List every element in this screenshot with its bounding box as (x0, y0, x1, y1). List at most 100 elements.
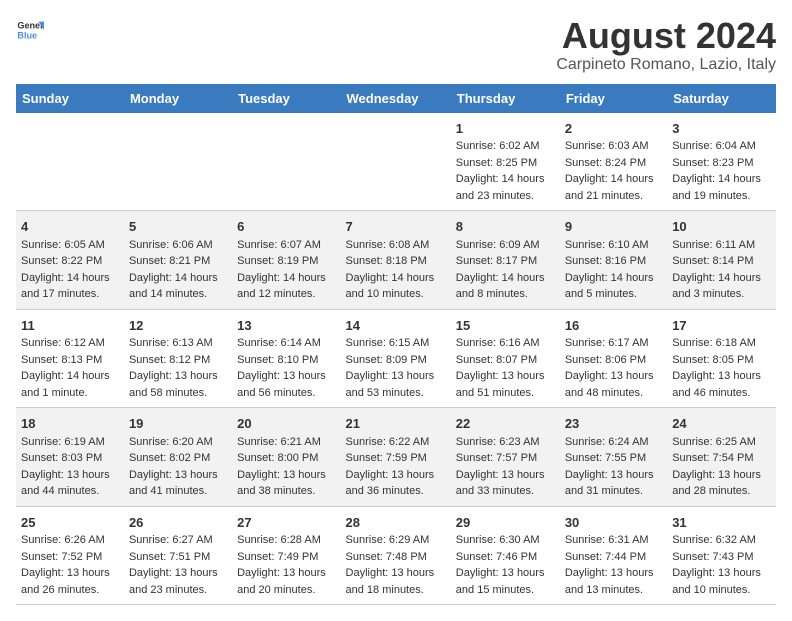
cell-content: Sunrise: 6:20 AM Sunset: 8:02 PM Dayligh… (129, 434, 227, 500)
calendar-cell: 31Sunrise: 6:32 AM Sunset: 7:43 PM Dayli… (667, 506, 776, 605)
cell-content: Sunrise: 6:12 AM Sunset: 8:13 PM Dayligh… (21, 335, 119, 401)
cell-content: Sunrise: 6:21 AM Sunset: 8:00 PM Dayligh… (237, 434, 335, 500)
calendar-cell: 6Sunrise: 6:07 AM Sunset: 8:19 PM Daylig… (232, 211, 340, 310)
day-number: 18 (21, 414, 119, 434)
cell-content: Sunrise: 6:19 AM Sunset: 8:03 PM Dayligh… (21, 434, 119, 500)
calendar-cell (232, 113, 340, 211)
page-header: General Blue August 2024 Carpineto Roman… (16, 16, 776, 74)
day-of-week-header: Monday (124, 84, 232, 113)
day-number: 7 (346, 217, 446, 237)
cell-content: Sunrise: 6:11 AM Sunset: 8:14 PM Dayligh… (672, 237, 771, 303)
day-of-week-header: Tuesday (232, 84, 340, 113)
day-number: 4 (21, 217, 119, 237)
calendar-cell: 19Sunrise: 6:20 AM Sunset: 8:02 PM Dayli… (124, 408, 232, 507)
title-block: August 2024 Carpineto Romano, Lazio, Ita… (556, 16, 776, 74)
day-number: 14 (346, 316, 446, 336)
calendar-cell: 29Sunrise: 6:30 AM Sunset: 7:46 PM Dayli… (451, 506, 560, 605)
calendar-table: SundayMondayTuesdayWednesdayThursdayFrid… (16, 84, 776, 606)
day-number: 22 (456, 414, 555, 434)
cell-content: Sunrise: 6:26 AM Sunset: 7:52 PM Dayligh… (21, 532, 119, 598)
month-year: August 2024 (556, 16, 776, 56)
day-number: 17 (672, 316, 771, 336)
day-of-week-header: Sunday (16, 84, 124, 113)
cell-content: Sunrise: 6:24 AM Sunset: 7:55 PM Dayligh… (565, 434, 662, 500)
logo-icon: General Blue (16, 16, 44, 44)
day-number: 11 (21, 316, 119, 336)
cell-content: Sunrise: 6:22 AM Sunset: 7:59 PM Dayligh… (346, 434, 446, 500)
cell-content: Sunrise: 6:13 AM Sunset: 8:12 PM Dayligh… (129, 335, 227, 401)
day-number: 6 (237, 217, 335, 237)
calendar-cell: 10Sunrise: 6:11 AM Sunset: 8:14 PM Dayli… (667, 211, 776, 310)
calendar-cell: 25Sunrise: 6:26 AM Sunset: 7:52 PM Dayli… (16, 506, 124, 605)
calendar-cell: 24Sunrise: 6:25 AM Sunset: 7:54 PM Dayli… (667, 408, 776, 507)
day-number: 12 (129, 316, 227, 336)
day-number: 25 (21, 513, 119, 533)
day-of-week-header: Wednesday (341, 84, 451, 113)
calendar-cell: 2Sunrise: 6:03 AM Sunset: 8:24 PM Daylig… (560, 113, 667, 211)
cell-content: Sunrise: 6:14 AM Sunset: 8:10 PM Dayligh… (237, 335, 335, 401)
calendar-week-row: 11Sunrise: 6:12 AM Sunset: 8:13 PM Dayli… (16, 309, 776, 408)
day-number: 27 (237, 513, 335, 533)
calendar-cell: 21Sunrise: 6:22 AM Sunset: 7:59 PM Dayli… (341, 408, 451, 507)
day-number: 10 (672, 217, 771, 237)
calendar-cell: 20Sunrise: 6:21 AM Sunset: 8:00 PM Dayli… (232, 408, 340, 507)
calendar-week-row: 25Sunrise: 6:26 AM Sunset: 7:52 PM Dayli… (16, 506, 776, 605)
day-number: 1 (456, 119, 555, 139)
day-number: 31 (672, 513, 771, 533)
location: Carpineto Romano, Lazio, Italy (556, 56, 776, 74)
cell-content: Sunrise: 6:25 AM Sunset: 7:54 PM Dayligh… (672, 434, 771, 500)
calendar-cell: 13Sunrise: 6:14 AM Sunset: 8:10 PM Dayli… (232, 309, 340, 408)
calendar-cell: 3Sunrise: 6:04 AM Sunset: 8:23 PM Daylig… (667, 113, 776, 211)
cell-content: Sunrise: 6:06 AM Sunset: 8:21 PM Dayligh… (129, 237, 227, 303)
cell-content: Sunrise: 6:07 AM Sunset: 8:19 PM Dayligh… (237, 237, 335, 303)
day-of-week-header: Thursday (451, 84, 560, 113)
calendar-cell: 17Sunrise: 6:18 AM Sunset: 8:05 PM Dayli… (667, 309, 776, 408)
calendar-cell: 28Sunrise: 6:29 AM Sunset: 7:48 PM Dayli… (341, 506, 451, 605)
day-number: 20 (237, 414, 335, 434)
day-number: 21 (346, 414, 446, 434)
day-number: 28 (346, 513, 446, 533)
cell-content: Sunrise: 6:09 AM Sunset: 8:17 PM Dayligh… (456, 237, 555, 303)
day-number: 16 (565, 316, 662, 336)
calendar-cell: 16Sunrise: 6:17 AM Sunset: 8:06 PM Dayli… (560, 309, 667, 408)
calendar-cell: 22Sunrise: 6:23 AM Sunset: 7:57 PM Dayli… (451, 408, 560, 507)
day-number: 8 (456, 217, 555, 237)
cell-content: Sunrise: 6:15 AM Sunset: 8:09 PM Dayligh… (346, 335, 446, 401)
cell-content: Sunrise: 6:31 AM Sunset: 7:44 PM Dayligh… (565, 532, 662, 598)
cell-content: Sunrise: 6:30 AM Sunset: 7:46 PM Dayligh… (456, 532, 555, 598)
calendar-cell: 23Sunrise: 6:24 AM Sunset: 7:55 PM Dayli… (560, 408, 667, 507)
calendar-cell: 18Sunrise: 6:19 AM Sunset: 8:03 PM Dayli… (16, 408, 124, 507)
calendar-header-row: SundayMondayTuesdayWednesdayThursdayFrid… (16, 84, 776, 113)
cell-content: Sunrise: 6:04 AM Sunset: 8:23 PM Dayligh… (672, 138, 771, 204)
cell-content: Sunrise: 6:18 AM Sunset: 8:05 PM Dayligh… (672, 335, 771, 401)
cell-content: Sunrise: 6:29 AM Sunset: 7:48 PM Dayligh… (346, 532, 446, 598)
calendar-week-row: 1Sunrise: 6:02 AM Sunset: 8:25 PM Daylig… (16, 113, 776, 211)
calendar-cell (341, 113, 451, 211)
calendar-week-row: 18Sunrise: 6:19 AM Sunset: 8:03 PM Dayli… (16, 408, 776, 507)
day-of-week-header: Friday (560, 84, 667, 113)
calendar-cell: 11Sunrise: 6:12 AM Sunset: 8:13 PM Dayli… (16, 309, 124, 408)
day-number: 5 (129, 217, 227, 237)
calendar-cell: 12Sunrise: 6:13 AM Sunset: 8:12 PM Dayli… (124, 309, 232, 408)
calendar-cell: 14Sunrise: 6:15 AM Sunset: 8:09 PM Dayli… (341, 309, 451, 408)
calendar-cell: 26Sunrise: 6:27 AM Sunset: 7:51 PM Dayli… (124, 506, 232, 605)
cell-content: Sunrise: 6:28 AM Sunset: 7:49 PM Dayligh… (237, 532, 335, 598)
calendar-cell: 7Sunrise: 6:08 AM Sunset: 8:18 PM Daylig… (341, 211, 451, 310)
day-of-week-header: Saturday (667, 84, 776, 113)
cell-content: Sunrise: 6:10 AM Sunset: 8:16 PM Dayligh… (565, 237, 662, 303)
calendar-week-row: 4Sunrise: 6:05 AM Sunset: 8:22 PM Daylig… (16, 211, 776, 310)
day-number: 24 (672, 414, 771, 434)
cell-content: Sunrise: 6:32 AM Sunset: 7:43 PM Dayligh… (672, 532, 771, 598)
day-number: 19 (129, 414, 227, 434)
day-number: 13 (237, 316, 335, 336)
calendar-cell: 5Sunrise: 6:06 AM Sunset: 8:21 PM Daylig… (124, 211, 232, 310)
day-number: 29 (456, 513, 555, 533)
cell-content: Sunrise: 6:17 AM Sunset: 8:06 PM Dayligh… (565, 335, 662, 401)
cell-content: Sunrise: 6:02 AM Sunset: 8:25 PM Dayligh… (456, 138, 555, 204)
day-number: 15 (456, 316, 555, 336)
day-number: 23 (565, 414, 662, 434)
calendar-cell: 30Sunrise: 6:31 AM Sunset: 7:44 PM Dayli… (560, 506, 667, 605)
cell-content: Sunrise: 6:16 AM Sunset: 8:07 PM Dayligh… (456, 335, 555, 401)
calendar-cell: 8Sunrise: 6:09 AM Sunset: 8:17 PM Daylig… (451, 211, 560, 310)
cell-content: Sunrise: 6:23 AM Sunset: 7:57 PM Dayligh… (456, 434, 555, 500)
